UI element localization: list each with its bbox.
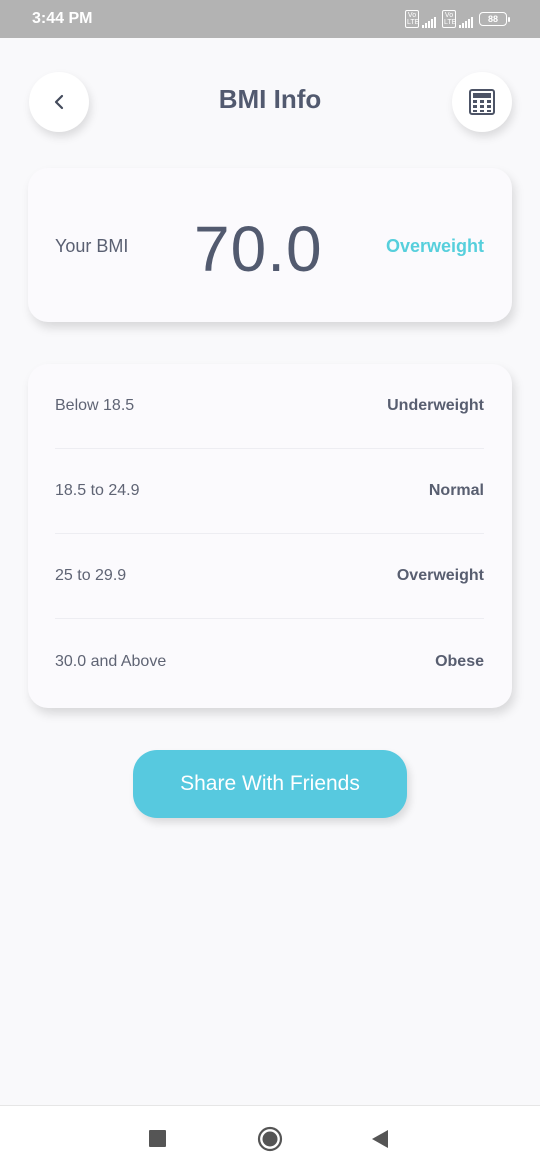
header: BMI Info	[0, 72, 540, 132]
range-value: 18.5 to 24.9	[55, 482, 140, 499]
bmi-label: Your BMI	[55, 236, 129, 256]
system-nav-bar	[0, 1105, 540, 1170]
triangle-back-icon[interactable]	[370, 1128, 390, 1150]
share-button[interactable]: Share With Friends	[133, 750, 407, 818]
range-category: Underweight	[387, 397, 484, 414]
range-row: Below 18.5 Underweight	[55, 364, 484, 449]
bmi-range-card: Below 18.5 Underweight 18.5 to 24.9 Norm…	[28, 364, 512, 708]
signal-icon-1: Vo LTE	[405, 10, 436, 28]
range-value: Below 18.5	[55, 397, 135, 414]
status-bar: 3:44 PM Vo LTE Vo LTE 88	[0, 0, 540, 38]
range-category: Normal	[428, 482, 484, 499]
battery-icon: 88	[479, 12, 510, 26]
range-category: Overweight	[396, 567, 484, 584]
range-row: 18.5 to 24.9 Normal	[55, 449, 484, 534]
status-time: 3:44 PM	[32, 10, 93, 27]
range-row: 30.0 and Above Obese	[55, 619, 484, 704]
volte-badge: Vo LTE	[405, 10, 420, 28]
calculator-icon	[469, 89, 495, 115]
range-value: 30.0 and Above	[55, 652, 167, 670]
circle-home-icon[interactable]	[257, 1126, 283, 1152]
bmi-status: Overweight	[385, 236, 484, 256]
bmi-value: 70.0	[194, 213, 323, 285]
range-value: 25 to 29.9	[55, 567, 127, 584]
signal-icon-2: Vo LTE	[442, 10, 473, 28]
volte-badge: Vo LTE	[442, 10, 457, 28]
range-category: Obese	[435, 652, 484, 670]
status-icons: Vo LTE Vo LTE 88	[405, 10, 510, 28]
square-recent-icon[interactable]	[149, 1130, 166, 1147]
range-row: 25 to 29.9 Overweight	[55, 534, 484, 619]
battery-level: 88	[479, 12, 507, 26]
bmi-result-card: Your BMI 70.0 Overweight	[28, 168, 512, 322]
calculator-button[interactable]	[452, 72, 512, 132]
